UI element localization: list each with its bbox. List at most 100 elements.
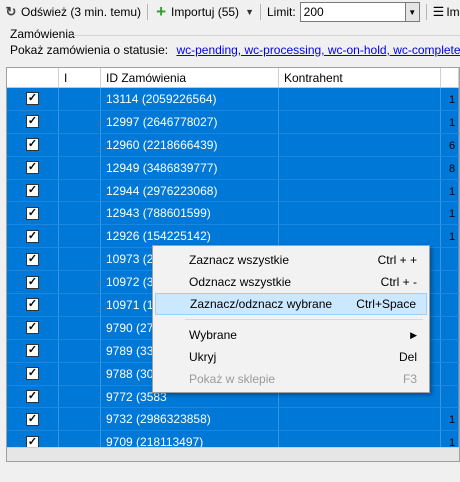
checkbox[interactable]: ✓ — [26, 321, 39, 335]
row-checkbox-cell: ✓ — [7, 88, 59, 110]
row-extra-value — [446, 254, 449, 266]
chevron-down-icon[interactable]: ▼ — [245, 7, 254, 17]
row-extra-cell: 1 — [441, 179, 459, 202]
checkbox[interactable]: ✓ — [26, 298, 39, 312]
toolbar-separator — [259, 4, 261, 20]
extra-button[interactable]: ☰ Im — [433, 4, 460, 20]
checkbox[interactable]: ✓ — [26, 412, 39, 426]
row-extra-cell: 1 — [441, 408, 459, 431]
row-kontrahent-cell — [279, 408, 441, 431]
row-i-cell — [59, 362, 101, 385]
column-header-extra[interactable] — [441, 68, 459, 87]
menu-item-select-all[interactable]: Zaznacz wszystkie Ctrl + + — [155, 249, 427, 271]
row-i-cell — [59, 248, 101, 271]
row-extra-cell: 1 — [441, 202, 459, 225]
row-i-cell — [59, 133, 101, 156]
column-header-i[interactable]: I — [59, 68, 101, 87]
row-extra-cell — [441, 385, 459, 408]
table-row[interactable]: ✓ 9732 (2986323858) 1 — [7, 408, 459, 432]
menu-item-shortcut: Del — [398, 350, 417, 364]
menu-item-deselect-all[interactable]: Odznacz wszystkie Ctrl + - — [155, 271, 427, 293]
checkbox[interactable]: ✓ — [26, 275, 39, 289]
row-extra-cell — [441, 339, 459, 362]
row-i-cell — [59, 339, 101, 362]
row-i-cell — [59, 202, 101, 225]
status-filter: Pokaż zamówienia o statusie: wc-pending,… — [10, 43, 460, 57]
table-row[interactable]: ✓ 12944 (2976223068) 1 — [7, 179, 459, 203]
row-checkbox-cell: ✓ — [7, 202, 59, 225]
refresh-icon: ↻ — [5, 4, 17, 19]
menu-item-shortcut: Ctrl+Space — [356, 297, 416, 311]
column-header-check[interactable] — [7, 68, 59, 87]
horizontal-scrollbar[interactable] — [7, 447, 459, 461]
row-kontrahent-cell — [279, 156, 441, 179]
row-i-cell — [59, 179, 101, 202]
table-row[interactable]: ✓ 12949 (3486839777) 8 — [7, 156, 459, 180]
menu-item-selected-submenu[interactable]: Wybrane ▶ — [155, 324, 427, 346]
checkbox[interactable]: ✓ — [26, 367, 39, 381]
checkbox[interactable]: ✓ — [26, 229, 39, 243]
status-filter-link[interactable]: wc-pending, wc-processing, wc-on-hold, w… — [176, 43, 460, 57]
row-extra-value — [446, 300, 449, 312]
row-extra-value: 1 — [449, 94, 456, 106]
menu-item-show-in-shop: Pokaż w sklepie F3 — [155, 368, 427, 390]
toolbar-separator — [425, 4, 427, 20]
menu-item-shortcut: Ctrl + - — [380, 275, 417, 289]
row-i-cell — [59, 88, 101, 110]
row-extra-value — [446, 323, 449, 335]
refresh-button[interactable]: ↻ Odśwież (3 min. temu) — [4, 4, 141, 20]
row-id-cell: 12944 (2976223068) — [101, 179, 279, 202]
checkbox[interactable]: ✓ — [26, 92, 39, 106]
table-row[interactable]: ✓ 12943 (788601599) 1 — [7, 202, 459, 226]
row-extra-cell — [441, 271, 459, 294]
table-row[interactable]: ✓ 12960 (2218666439) 6 — [7, 133, 459, 157]
row-i-cell — [59, 225, 101, 248]
plus-icon: + — [156, 2, 166, 21]
chevron-down-icon[interactable]: ▼ — [404, 3, 419, 21]
checkbox[interactable]: ✓ — [26, 344, 39, 358]
row-i-cell — [59, 156, 101, 179]
column-header-id[interactable]: ID Zamówienia — [101, 68, 279, 87]
checkbox[interactable]: ✓ — [26, 206, 39, 220]
row-extra-value: 1 — [449, 185, 456, 198]
import-button[interactable]: + Importuj (55) ▼ — [154, 2, 254, 21]
row-extra-cell: 1 — [441, 88, 459, 110]
row-id-cell: 12949 (3486839777) — [101, 156, 279, 179]
row-id-cell: 12926 (154225142) — [101, 225, 279, 248]
row-extra-value: 1 — [449, 208, 456, 221]
row-i-cell — [59, 385, 101, 408]
row-extra-cell: 1 — [441, 110, 459, 133]
row-extra-value: 8 — [449, 162, 456, 175]
row-extra-value: 1 — [449, 231, 456, 244]
column-header-kontrahent[interactable]: Kontrahent — [279, 68, 441, 87]
limit-control: Limit: 200 ▼ — [267, 2, 420, 22]
row-id-cell: 13114 (2059226564) — [101, 88, 279, 110]
row-extra-cell — [441, 316, 459, 339]
table-row[interactable]: ✓ 13114 (2059226564) 1 — [7, 88, 459, 111]
menu-item-label: Wybrane — [189, 328, 237, 342]
row-i-cell — [59, 271, 101, 294]
checkbox[interactable]: ✓ — [26, 390, 39, 404]
extra-label: Im — [446, 5, 460, 19]
checkbox[interactable]: ✓ — [26, 161, 39, 175]
checkbox[interactable]: ✓ — [26, 184, 39, 197]
status-filter-label: Pokaż zamówienia o statusie: — [10, 43, 169, 57]
grid-header: I ID Zamówienia Kontrahent — [7, 68, 459, 88]
table-row[interactable]: ✓ 12997 (2646778027) 1 — [7, 110, 459, 134]
row-extra-cell — [441, 294, 459, 316]
row-id-cell: 12943 (788601599) — [101, 202, 279, 225]
row-extra-cell — [441, 248, 459, 271]
checkbox[interactable]: ✓ — [26, 252, 39, 266]
limit-label: Limit: — [266, 5, 296, 19]
row-id-cell: 12997 (2646778027) — [101, 110, 279, 133]
checkbox[interactable]: ✓ — [26, 138, 39, 152]
row-i-cell — [59, 316, 101, 339]
checkbox[interactable]: ✓ — [26, 115, 39, 129]
menu-item-label: Pokaż w sklepie — [189, 372, 276, 386]
row-checkbox-cell: ✓ — [7, 271, 59, 294]
menu-item-toggle-selected[interactable]: Zaznacz/odznacz wybrane Ctrl+Space — [155, 293, 427, 315]
limit-select[interactable]: 200 ▼ — [299, 2, 420, 22]
menu-item-hide[interactable]: Ukryj Del — [155, 346, 427, 368]
row-extra-value — [446, 392, 449, 404]
limit-value: 200 — [303, 5, 324, 19]
